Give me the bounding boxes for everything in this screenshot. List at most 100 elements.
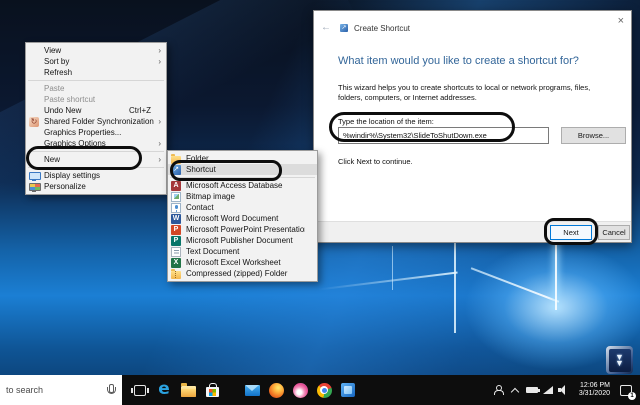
menu-item-sort-by[interactable]: Sort by ›	[26, 56, 166, 67]
menu-item-microsoft-powerpoint-presentation[interactable]: Microsoft PowerPoint Presentation	[168, 224, 317, 235]
menu-item-bitmap-image[interactable]: Bitmap image	[168, 191, 317, 202]
menu-item-label: Bitmap image	[186, 192, 235, 201]
taskbar-app-icons	[128, 375, 360, 405]
menu-item-contact[interactable]: Contact	[168, 202, 317, 213]
network-icon[interactable]	[541, 375, 556, 405]
taskbar: to search 12:06 PM 3/31/2020 1	[0, 375, 640, 405]
menu-item-label: Microsoft Excel Worksheet	[186, 258, 281, 267]
menu-separator	[28, 151, 164, 152]
time-text: 12:06 PM	[580, 381, 610, 389]
taskbar-spacer	[224, 375, 240, 405]
microphone-icon[interactable]	[106, 384, 116, 396]
dialog-title: Create Shortcut	[354, 23, 411, 33]
mail-icon[interactable]	[240, 375, 264, 405]
menu-item-label: Microsoft Access Database	[186, 181, 283, 190]
menu-item-label: Paste shortcut	[44, 95, 96, 104]
wallpaper-beam	[392, 246, 394, 290]
next-button[interactable]: Next	[550, 225, 592, 240]
submenu-arrow-icon: ›	[158, 154, 161, 164]
clock[interactable]: 12:06 PM 3/31/2020	[573, 382, 615, 399]
menu-separator	[28, 167, 164, 168]
menu-item-microsoft-word-document[interactable]: Microsoft Word Document	[168, 213, 317, 224]
location-label: Type the location of the item:	[338, 117, 434, 126]
location-input[interactable]	[338, 127, 549, 144]
access-icon	[171, 180, 181, 191]
desktop-shortcut-double-arrow-icon[interactable]: ▼ ▼	[606, 346, 633, 374]
menu-item-paste: Paste	[26, 83, 166, 94]
menu-item-label: Graphics Options	[44, 139, 106, 148]
menu-item-new[interactable]: New ›	[26, 154, 166, 165]
new-submenu: Folder Shortcut Microsoft Access Database B…	[167, 150, 318, 282]
close-icon[interactable]: ×	[618, 16, 624, 27]
task-view-icon[interactable]	[128, 375, 152, 405]
menu-item-label: Sort by	[44, 57, 70, 66]
text-icon	[171, 246, 181, 257]
menu-item-graphics-properties[interactable]: Graphics Properties...	[26, 127, 166, 138]
submenu-arrow-icon: ›	[158, 45, 161, 55]
wizard-heading: What item would you like to create a sho…	[338, 55, 579, 67]
notification-badge: 1	[628, 392, 636, 400]
cancel-button[interactable]: Cancel	[598, 225, 630, 240]
menu-item-microsoft-access-database[interactable]: Microsoft Access Database	[168, 180, 317, 191]
menu-item-refresh[interactable]: Refresh	[26, 67, 166, 78]
taskbar-search-box[interactable]: to search	[0, 375, 122, 405]
photos-icon[interactable]	[336, 375, 360, 405]
menu-item-label: New	[44, 155, 61, 164]
menu-item-shared-folder-synchronization[interactable]: Shared Folder Synchronization ›	[26, 116, 166, 127]
menu-item-microsoft-excel-worksheet[interactable]: Microsoft Excel Worksheet	[168, 257, 317, 268]
wallpaper-beam	[454, 240, 456, 333]
display-icon	[29, 171, 41, 181]
menu-item-microsoft-publisher-document[interactable]: Microsoft Publisher Document	[168, 235, 317, 246]
file-explorer-icon[interactable]	[176, 375, 200, 405]
dialog-footer: Next Cancel	[314, 221, 631, 242]
browse-button[interactable]: Browse...	[561, 127, 626, 144]
menu-item-label: Display settings	[44, 171, 101, 180]
next-hint-text: Click Next to continue.	[338, 157, 413, 166]
menu-item-text-document[interactable]: Text Document	[168, 246, 317, 257]
firefox-icon[interactable]	[264, 375, 288, 405]
menu-item-display-settings[interactable]: Display settings	[26, 170, 166, 181]
tray-chevron-up-icon[interactable]	[507, 375, 523, 405]
desktop[interactable]: × ← Create Shortcut What item would you …	[0, 0, 640, 405]
sync-icon	[29, 116, 39, 127]
menu-item-label: View	[44, 46, 62, 55]
edge-icon[interactable]	[152, 375, 176, 405]
folder-icon	[171, 153, 181, 164]
date-text: 3/31/2020	[578, 390, 610, 397]
menu-item-accelerator: Ctrl+Z	[129, 106, 151, 115]
menu-item-label: Shared Folder Synchronization	[44, 117, 154, 126]
wallpaper-beam	[318, 271, 458, 291]
menu-item-view[interactable]: View ›	[26, 45, 166, 56]
menu-item-label: Refresh	[44, 68, 73, 77]
menu-item-label: Contact	[186, 203, 214, 212]
menu-item-undo-new[interactable]: Undo New Ctrl+Z	[26, 105, 166, 116]
menu-item-label: Paste	[44, 84, 65, 93]
publisher-icon	[171, 235, 181, 246]
menu-item-label: Compressed (zipped) Folder	[186, 269, 288, 278]
powerpoint-icon	[171, 224, 181, 235]
chrome-icon[interactable]	[312, 375, 336, 405]
submenu-arrow-icon: ›	[158, 116, 161, 126]
people-icon[interactable]	[489, 375, 507, 405]
menu-separator	[170, 177, 315, 178]
paint-3d-icon[interactable]	[288, 375, 312, 405]
submenu-arrow-icon: ›	[158, 56, 161, 66]
menu-separator	[28, 80, 164, 81]
action-center-icon[interactable]: 1	[615, 375, 637, 405]
menu-item-paste-shortcut: Paste shortcut	[26, 94, 166, 105]
battery-icon[interactable]	[523, 375, 541, 405]
system-tray: 12:06 PM 3/31/2020 1	[489, 375, 637, 405]
menu-item-shortcut[interactable]: Shortcut	[168, 164, 317, 175]
menu-item-graphics-options[interactable]: Graphics Options ›	[26, 138, 166, 149]
double-down-arrow-icon: ▼ ▼	[608, 348, 631, 372]
menu-item-label: Undo New	[44, 106, 82, 115]
create-shortcut-dialog: × ← Create Shortcut What item would you …	[313, 10, 632, 243]
wallpaper-beam	[555, 236, 558, 310]
microsoft-store-icon[interactable]	[200, 375, 224, 405]
menu-item-personalize[interactable]: Personalize	[26, 181, 166, 192]
menu-item-folder[interactable]: Folder	[168, 153, 317, 164]
back-arrow-icon[interactable]: ←	[321, 23, 331, 33]
excel-icon	[171, 257, 181, 268]
volume-icon[interactable]	[556, 375, 573, 405]
menu-item-compressed-zipped-folder[interactable]: Compressed (zipped) Folder	[168, 268, 317, 279]
